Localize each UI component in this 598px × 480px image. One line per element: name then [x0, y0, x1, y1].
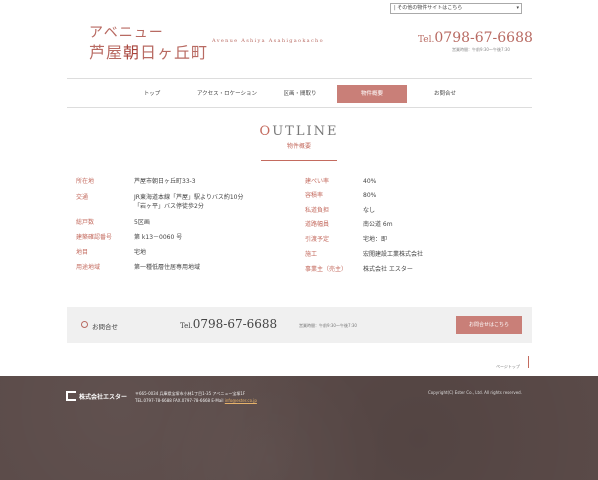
spec-value: 第一種低層住居専用地域: [134, 264, 201, 271]
spec-value: 宅地: [134, 249, 147, 256]
spec-value: 5区画: [134, 219, 150, 226]
spec-label: 私道負担: [305, 207, 330, 214]
nav-item-contact[interactable]: お問合せ: [417, 85, 473, 103]
pagetop-indicator: [528, 356, 529, 368]
address-line: 〒665-0034 兵庫県宝塚市小林1丁目1-35 アベニュー宝塚1F: [135, 391, 246, 396]
nav-top-divider: [67, 78, 532, 79]
main-nav: トップ アクセス・ロケーション 区画・間取り 物件概要 お問合せ: [67, 85, 532, 103]
spec-label: 建築確認番号: [76, 234, 113, 241]
spec-value: 株式会社 エスター: [363, 266, 413, 273]
nav-item-plans[interactable]: 区画・間取り: [273, 85, 327, 103]
spec-value: なし: [363, 207, 376, 214]
spec-value: 南公道 6m: [363, 221, 393, 228]
inquiry-hours: 営業時間：午前9:30～午後7:30: [299, 323, 357, 328]
chevron-down-icon: ▾: [516, 5, 519, 11]
company-address: 〒665-0034 兵庫県宝塚市小林1丁目1-35 アベニュー宝塚1F TEL.…: [135, 390, 257, 404]
spec-value: JR東海道本線「芦屋」駅よりバス約10分: [134, 194, 244, 201]
nav-item-outline[interactable]: 物件概要: [337, 85, 407, 103]
email-link[interactable]: info@ester.co.jp: [225, 398, 257, 403]
spec-label: 交通: [76, 194, 89, 201]
spec-value: 40%: [363, 178, 377, 185]
spec-label: 容積率: [305, 192, 324, 199]
header-tel-prefix: Tel.: [418, 35, 435, 45]
spec-label: 用途地域: [76, 264, 101, 271]
company-logo-icon: [66, 391, 76, 401]
tel-fax: TEL.0797-78-6688 FAX.0797-78-6668: [135, 398, 211, 403]
spec-label: 引渡予定: [305, 236, 330, 243]
spec-value: 宅地：即: [363, 236, 388, 243]
page-title-first: O: [259, 124, 273, 139]
header-tel-number: 0798-67-6688: [434, 30, 533, 46]
copyright: Copyright(C) Ester Co., Ltd. All rights …: [428, 390, 522, 395]
header-hours: 営業時間：午前9:30～午後7:30: [452, 47, 510, 52]
spec-label: 建ぺい率: [305, 178, 330, 185]
nav-bottom-divider: [67, 107, 532, 108]
title-underline: [261, 160, 337, 161]
inquiry-bar: お問合せ Tel.0798-67-6688 営業時間：午前9:30～午後7:30…: [67, 307, 532, 343]
page-title-rest: UTLINE: [272, 124, 339, 139]
inquiry-label: お問合せ: [92, 323, 118, 331]
logo-line2-a: 芦屋: [89, 43, 124, 62]
header-phone: Tel.0798-67-6688: [418, 30, 533, 46]
company-name: 株式会社エスター: [79, 394, 128, 401]
inquiry-tel-prefix: Tel.: [180, 322, 193, 330]
logo-line2[interactable]: 芦屋朝日ヶ丘町: [89, 39, 208, 63]
inquiry-tel-number: 0798-67-6688: [192, 317, 278, 331]
footer: 株式会社エスター 〒665-0034 兵庫県宝塚市小林1丁目1-35 アベニュー…: [0, 376, 598, 480]
inquiry-phone: Tel.0798-67-6688: [180, 317, 277, 331]
nav-item-top[interactable]: トップ: [127, 85, 177, 103]
other-sites-select-label: | その他の物件サイトはこちら: [394, 5, 463, 11]
logo-line2-b: 朝: [123, 43, 141, 62]
spec-value: 「岩ヶ平」バス停徒歩2分: [134, 203, 204, 210]
logo-line2-c: 日ヶ丘町: [140, 43, 209, 62]
spec-label: 事業主（売主）: [305, 266, 348, 273]
logo-english: Avenue Ashiya Asahigaokacho: [212, 38, 324, 44]
spec-label: 施工: [305, 251, 318, 258]
other-sites-select[interactable]: | その他の物件サイトはこちら ▾: [390, 3, 522, 14]
spec-label: 所在地: [76, 178, 95, 185]
contact-line: TEL.0797-78-6688 FAX.0797-78-6668 E-Mail…: [135, 397, 257, 404]
circle-icon: [81, 321, 88, 328]
spec-value: 80%: [363, 192, 377, 199]
spec-value: 宏閲建設工業株式会社: [363, 251, 424, 258]
spec-label: 地目: [76, 249, 89, 256]
inquiry-button[interactable]: お問合せはこちら: [456, 316, 522, 334]
spec-label: 総戸数: [76, 219, 95, 226]
page-title: OUTLINE: [0, 124, 598, 139]
mail-label: E-Mail: [211, 398, 224, 403]
nav-item-access[interactable]: アクセス・ロケーション: [187, 85, 267, 103]
spec-value: 第 k13－0060 号: [134, 234, 183, 241]
pagetop-link[interactable]: ページトップ: [496, 364, 520, 370]
spec-value: 芦屋市朝日ヶ丘町33-3: [134, 178, 196, 185]
spec-label: 道路幅員: [305, 221, 330, 228]
page-subtitle: 物件概要: [286, 143, 311, 150]
spec-row: 所在地: [76, 178, 94, 186]
